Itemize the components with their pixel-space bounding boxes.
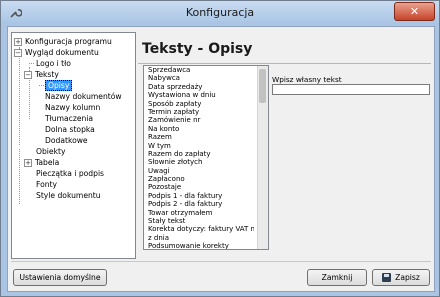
list-item[interactable]: Sposób zapłaty <box>144 100 254 108</box>
tree-item-descriptions[interactable]: Opisy <box>45 80 73 91</box>
list-item[interactable]: Korekta dotyczy: faktury VAT nr <box>144 225 254 233</box>
close-window-button[interactable]: ✕ <box>394 2 435 21</box>
page-title: Teksty - Opisy <box>142 41 253 57</box>
list-item[interactable]: Podpis 2 - dla faktury <box>144 200 254 208</box>
settings-tree: + Konfiguracja programu − Wygląd dokumen… <box>11 32 136 259</box>
footer-divider <box>11 261 431 262</box>
title-bar: Konfiguracja ✕ <box>1 1 439 23</box>
list-item[interactable]: Podpis 1 - dla faktury <box>144 192 254 200</box>
window-title: Konfiguracja <box>185 6 255 19</box>
save-icon <box>382 273 392 282</box>
list-item[interactable]: Uwagi <box>144 167 254 175</box>
tree-item-stamp-signature[interactable]: Pieczątka i podpis <box>36 168 104 179</box>
list-item[interactable]: Sprzedawca <box>144 66 254 74</box>
tree-item-translations[interactable]: Tłumaczenia <box>45 113 93 124</box>
list-scrollbar[interactable] <box>257 66 268 249</box>
close-button[interactable]: Zamknij <box>307 269 367 286</box>
save-button[interactable]: Zapisz <box>372 269 430 286</box>
close-icon: ✕ <box>409 5 420 18</box>
list-item[interactable]: Razem do zapłaty <box>144 150 254 158</box>
list-item[interactable]: Towar otrzymałem <box>144 209 254 217</box>
list-item[interactable]: Razem <box>144 133 254 141</box>
config-window: Konfiguracja ✕ + Konfiguracja programu −… <box>0 0 440 297</box>
list-item[interactable]: Pozostaje <box>144 183 254 191</box>
list-item[interactable]: Podsumowanie korekty <box>144 242 254 249</box>
tree-item-document-names[interactable]: Nazwy dokumentów <box>45 91 122 102</box>
descriptions-list[interactable]: Sprzedawca Nabywca Data sprzedaży Wystawion… <box>143 65 269 250</box>
list-item[interactable]: Zapłacono <box>144 175 254 183</box>
custom-text-label: Wpisz własny tekst <box>272 75 342 84</box>
list-item[interactable]: Termin zapłaty <box>144 108 254 116</box>
list-item[interactable]: Zamówienie nr <box>144 116 254 124</box>
list-item[interactable]: Wystawiona w dniu <box>144 91 254 99</box>
dialog-body: + Konfiguracja programu − Wygląd dokumen… <box>7 26 435 292</box>
heading-divider <box>138 63 431 64</box>
tree-item-footer[interactable]: Dolna stopka <box>45 124 95 135</box>
tree-item-additional[interactable]: Dodatkowe <box>45 135 88 146</box>
tree-item-objects[interactable]: Obiekty <box>36 146 65 157</box>
list-item[interactable]: Stały tekst <box>144 217 254 225</box>
tree-item-logo[interactable]: Logo i tło <box>36 58 71 69</box>
collapse-icon[interactable]: − <box>14 49 22 57</box>
list-item[interactable]: Słownie złotych <box>144 158 254 166</box>
tree-item-document-style[interactable]: Style dokumentu <box>36 190 101 201</box>
expand-icon[interactable]: + <box>14 38 22 46</box>
collapse-icon[interactable]: − <box>24 71 32 79</box>
tree-item-column-names[interactable]: Nazwy kolumn <box>45 102 100 113</box>
scroll-thumb[interactable] <box>259 69 266 103</box>
custom-text-input[interactable] <box>272 84 430 95</box>
list-item[interactable]: W tym <box>144 142 254 150</box>
tree-item-fonts[interactable]: Fonty <box>36 179 57 190</box>
default-settings-button[interactable]: Ustawienia domyślne <box>13 269 107 286</box>
list-item[interactable]: Nabywca <box>144 74 254 82</box>
list-item[interactable]: z dnia <box>144 234 254 242</box>
list-item[interactable]: Data sprzedaży <box>144 83 254 91</box>
expand-icon[interactable]: + <box>24 159 32 167</box>
list-item[interactable]: Na konto <box>144 125 254 133</box>
